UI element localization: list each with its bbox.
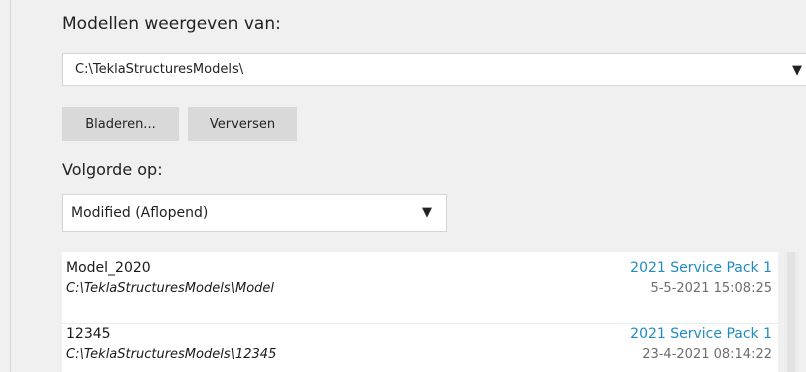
model-list: Model_2020 C:\TeklaStructuresModels\Mode… [62,252,778,372]
models-path-dropdown[interactable]: C:\TeklaStructuresModels\ ▼ [62,53,806,86]
scrollbar-thumb[interactable] [787,252,795,372]
open-model-panel: Modellen weergeven van: C:\TeklaStructur… [0,0,806,372]
model-list-item[interactable]: Model_2020 C:\TeklaStructuresModels\Mode… [62,258,778,324]
model-name: 12345 [66,326,111,342]
sort-order-label: Volgorde op: [62,160,163,179]
sort-order-dropdown[interactable]: Modified (Aflopend) ▼ [62,194,447,232]
panel-left-border [10,0,11,372]
refresh-button[interactable]: Verversen [188,107,297,141]
chevron-down-icon[interactable]: ▼ [422,205,432,220]
model-path: C:\TeklaStructuresModels\Model [66,281,275,296]
model-path: C:\TeklaStructuresModels\12345 [66,347,277,362]
model-modified-date: 5-5-2021 15:08:25 [650,281,772,296]
model-name: Model_2020 [66,260,151,276]
sort-order-value: Modified (Aflopend) [71,205,209,221]
model-version: 2021 Service Pack 1 [630,326,772,342]
model-list-item[interactable]: 12345 C:\TeklaStructuresModels\12345 202… [62,324,778,372]
models-location-label: Modellen weergeven van: [62,14,281,34]
browse-button[interactable]: Bladeren... [62,107,179,141]
model-modified-date: 23-4-2021 08:14:22 [642,347,772,362]
chevron-down-icon[interactable]: ▼ [792,63,802,78]
model-list-scrollbar[interactable] [784,252,798,372]
model-version: 2021 Service Pack 1 [630,260,772,276]
models-path-value: C:\TeklaStructuresModels\ [75,62,244,77]
